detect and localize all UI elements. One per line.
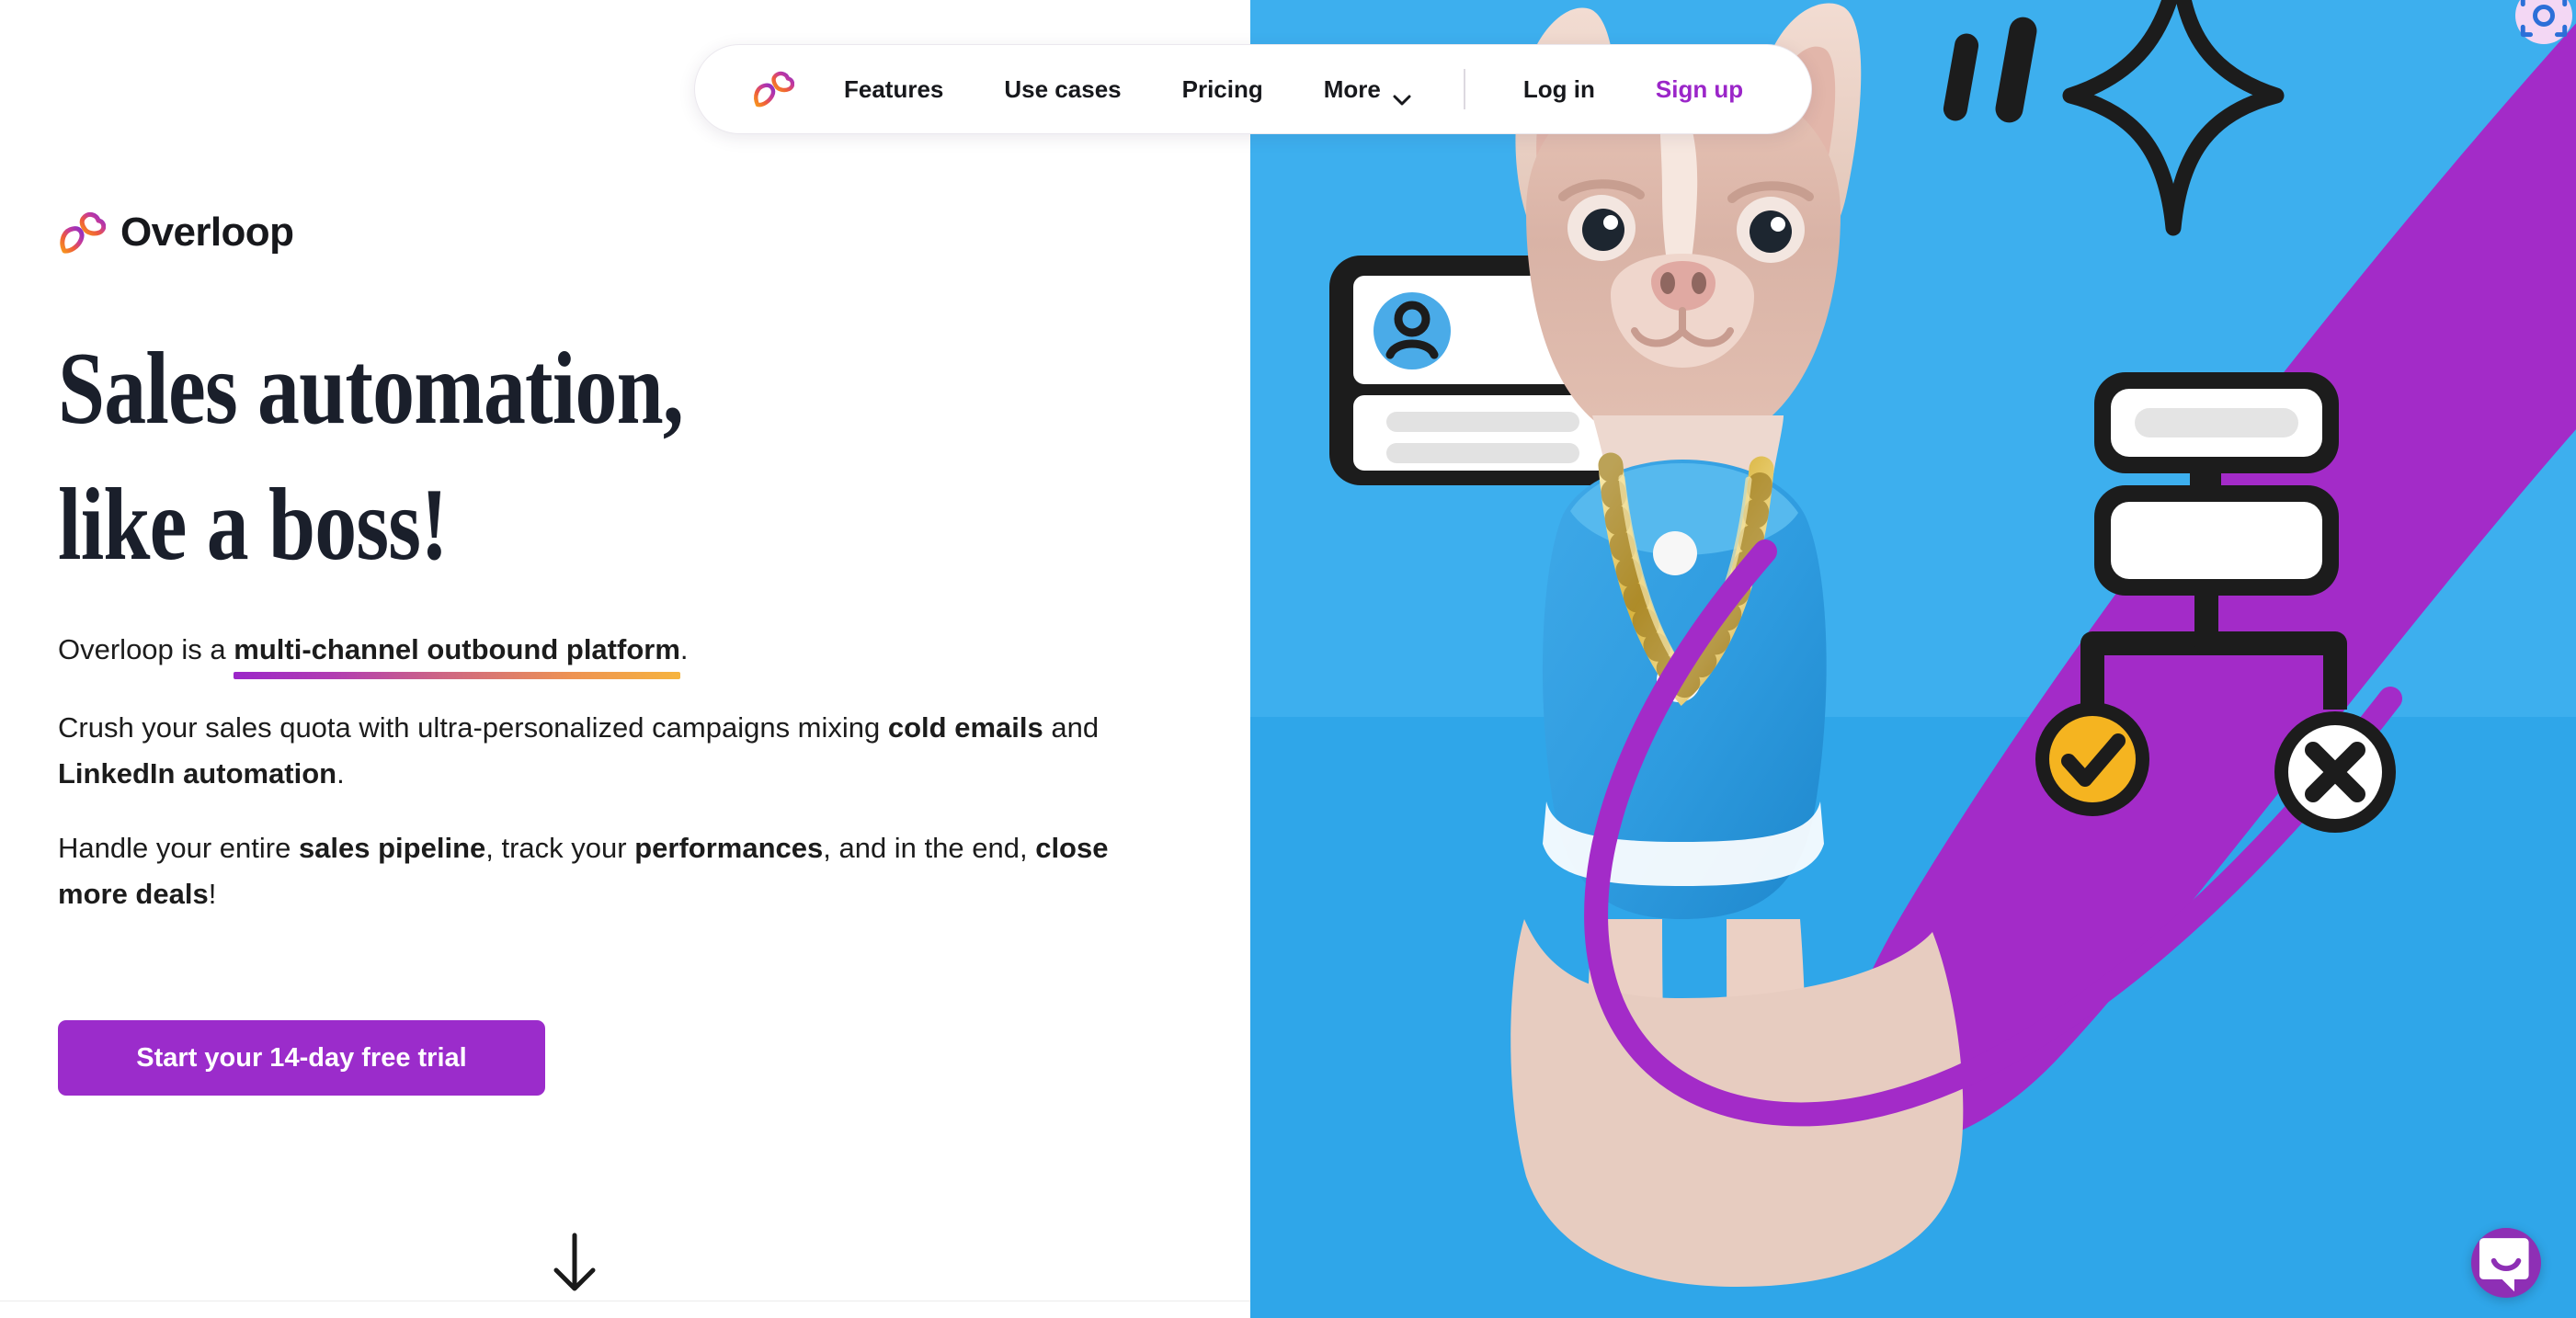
nav-item-login[interactable]: Log in: [1493, 75, 1625, 104]
paragraph-3: Handle your entire sales pipeline, track…: [58, 825, 1143, 917]
headline-line-1: Sales automation,: [58, 332, 684, 446]
nav-links: Features Use cases Pricing More Log in S…: [844, 69, 1773, 109]
p3-part-g: !: [208, 877, 217, 910]
nav-divider: [1463, 69, 1465, 109]
p3-part-e: , and in the end,: [823, 831, 1036, 864]
p3-bold-pipeline: sales pipeline: [298, 831, 486, 864]
hero-artwork-panel: [1250, 0, 2576, 1318]
p2-part-a: Crush your sales quota with ultra-person…: [58, 711, 888, 744]
brand-lockup: Overloop: [58, 210, 294, 256]
scan-camera-icon[interactable]: [2515, 0, 2572, 44]
nav-item-more[interactable]: More: [1294, 74, 1442, 106]
p3-part-c: , track your: [485, 831, 635, 864]
artwork-composition: [1250, 0, 2576, 1318]
nav-item-features[interactable]: Features: [844, 75, 974, 104]
p2-part-c: and: [1043, 711, 1100, 744]
lead-text-before: Overloop is a: [58, 633, 234, 665]
lead-highlight: multi-channel outbound platform: [234, 627, 680, 680]
brand-name: Overloop: [120, 210, 294, 255]
p2-bold-linkedin: LinkedIn automation: [58, 757, 337, 790]
chat-launcher-button[interactable]: [2471, 1228, 2541, 1298]
arrow-down-icon[interactable]: [549, 1232, 600, 1294]
nav-item-use-cases[interactable]: Use cases: [974, 75, 1151, 104]
nav-more-label: More: [1323, 74, 1381, 103]
main-navigation: Features Use cases Pricing More Log in S…: [694, 44, 1812, 134]
lead-text-after: .: [679, 633, 689, 665]
nav-item-signup[interactable]: Sign up: [1625, 75, 1773, 104]
headline-line-2: like a boss!: [58, 467, 449, 582]
p2-part-e: .: [336, 757, 345, 790]
hero-text-panel: Overloop Sales automation, like a boss! …: [0, 0, 1250, 1318]
p3-part-a: Handle your entire: [58, 831, 299, 864]
overloop-gradient-mark-icon: [58, 210, 107, 255]
overloop-nav-logo-icon[interactable]: [752, 70, 795, 108]
p3-bold-performances: performances: [634, 831, 824, 864]
p2-bold-cold-emails: cold emails: [887, 711, 1043, 744]
landing-page: Overloop Sales automation, like a boss! …: [0, 0, 2576, 1318]
start-free-trial-button[interactable]: Start your 14-day free trial: [58, 1020, 545, 1096]
nav-item-pricing[interactable]: Pricing: [1152, 75, 1294, 104]
chevron-down-icon: [1393, 84, 1411, 106]
lead-paragraph: Overloop is a multi-channel outbound pla…: [58, 627, 1143, 680]
page-title: Sales automation, like a boss!: [58, 322, 963, 594]
hero-description: Overloop is a multi-channel outbound pla…: [58, 627, 1143, 945]
paragraph-2: Crush your sales quota with ultra-person…: [58, 705, 1143, 797]
